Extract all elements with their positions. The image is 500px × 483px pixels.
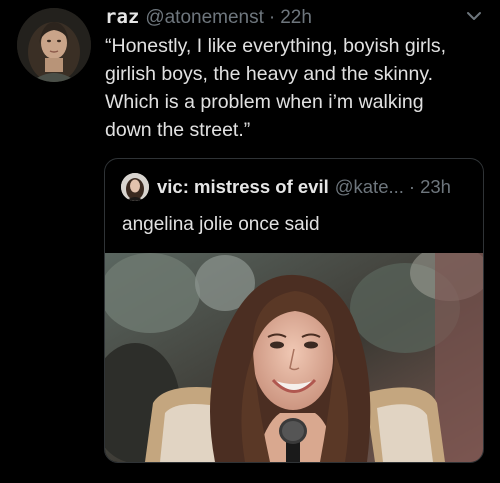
quoted-header-separator: · (408, 176, 416, 197)
header-separator: · (268, 7, 276, 28)
tweet-timestamp[interactable]: 22h (280, 7, 312, 29)
quoted-tweet-text: angelina jolie once said (122, 214, 320, 235)
user-avatar[interactable] (17, 8, 91, 82)
user-handle[interactable]: @atonemenst (145, 7, 264, 29)
user-display-name[interactable]: raz (105, 6, 139, 28)
avatar-photo (17, 8, 91, 82)
quoted-user-handle[interactable]: @kate... (335, 176, 404, 198)
tweet-text: “Honestly, I like everything, boyish gir… (105, 35, 447, 141)
woman-smiling-photo (105, 253, 483, 462)
quoted-tweet-card[interactable]: vic: mistress of evil @kate... · 23h ang… (104, 158, 484, 463)
quoted-user-avatar[interactable] (121, 173, 149, 201)
tweet-header: raz @atonemenst · 22h (105, 6, 312, 30)
quoted-user-display-name[interactable]: vic: mistress of evil (157, 176, 329, 198)
tweet[interactable]: raz @atonemenst · 22h “Honestly, I like … (0, 0, 500, 483)
chevron-down-icon[interactable] (466, 9, 482, 21)
quoted-avatar-photo (121, 173, 149, 201)
quoted-tweet-photo[interactable] (105, 253, 483, 462)
quoted-tweet-header: vic: mistress of evil @kate... · 23h (121, 173, 451, 201)
quoted-tweet-timestamp[interactable]: 23h (420, 176, 451, 198)
